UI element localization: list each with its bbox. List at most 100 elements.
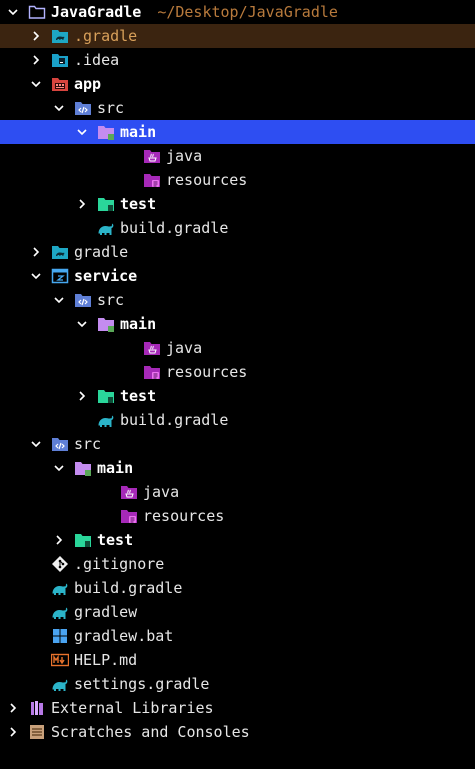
test-folder-icon [97, 387, 115, 405]
chevron-down-icon[interactable] [75, 125, 89, 139]
tree-row-app-build-gradle[interactable]: build.gradle [0, 216, 475, 240]
gradle-file-icon [51, 603, 69, 621]
idea-folder-icon [51, 51, 69, 69]
chevron-right-icon[interactable] [6, 725, 20, 739]
chevron-right-icon[interactable] [29, 29, 43, 43]
tree-row-label: .idea [74, 51, 120, 69]
chevron-right-icon[interactable] [75, 197, 89, 211]
libraries-icon [28, 699, 46, 717]
source-folder-icon [51, 435, 69, 453]
chevron-right-icon[interactable] [52, 533, 66, 547]
gradle-file-icon [97, 219, 115, 237]
tree-row-service-src-test[interactable]: test [0, 384, 475, 408]
markdown-file-icon [51, 651, 69, 669]
tree-row-service-src-main-resources[interactable]: resources [0, 360, 475, 384]
tree-row-label: build.gradle [120, 219, 229, 237]
gradle-folder-icon [51, 27, 69, 45]
tree-row-app-src[interactable]: src [0, 96, 475, 120]
tree-row-label: External Libraries [51, 699, 214, 717]
tree-row-label: settings.gradle [74, 675, 210, 693]
tree-row-folder-dot-gradle[interactable]: .gradle [0, 24, 475, 48]
tree-row-file-gradlew-bat[interactable]: gradlew.bat [0, 624, 475, 648]
resources-folder-icon [143, 363, 161, 381]
tree-row-scratches-and-consoles[interactable]: Scratches and Consoles [0, 720, 475, 744]
gradle-file-icon [97, 411, 115, 429]
tree-row-file-gitignore[interactable]: .gitignore [0, 552, 475, 576]
tree-row-label: src [97, 291, 125, 309]
java-folder-icon [120, 483, 138, 501]
tree-row-folder-idea[interactable]: .idea [0, 48, 475, 72]
tree-row-label: .gitignore [74, 555, 165, 573]
main-folder-icon [97, 315, 115, 333]
test-folder-icon [97, 195, 115, 213]
tree-row-service-src-main-java[interactable]: java [0, 336, 475, 360]
tree-row-root-javagradle[interactable]: JavaGradle ~/Desktop/JavaGradle [0, 0, 475, 24]
tree-row-label: src [97, 99, 125, 117]
tree-row-label: service [74, 267, 138, 285]
tree-row-label: resources [143, 507, 225, 525]
tree-row-label: test [120, 195, 157, 213]
tree-row-folder-gradle[interactable]: gradle [0, 240, 475, 264]
chevron-down-icon[interactable] [75, 317, 89, 331]
tree-row-file-settings-gradle[interactable]: settings.gradle [0, 672, 475, 696]
chevron-down-icon[interactable] [29, 269, 43, 283]
tree-row-label: java [166, 339, 203, 357]
gradle-file-icon [51, 579, 69, 597]
tree-row-module-service[interactable]: service [0, 264, 475, 288]
tree-row-file-help-md[interactable]: HELP.md [0, 648, 475, 672]
tree-row-service-src-main[interactable]: main [0, 312, 475, 336]
module-folder-icon [51, 75, 69, 93]
tree-row-label: src [74, 435, 102, 453]
tree-row-app-src-main[interactable]: main [0, 120, 475, 144]
resources-folder-icon [143, 171, 161, 189]
tree-row-file-gradlew[interactable]: gradlew [0, 600, 475, 624]
chevron-down-icon[interactable] [29, 437, 43, 451]
chevron-right-icon[interactable] [75, 389, 89, 403]
tree-row-app-src-main-resources[interactable]: resources [0, 168, 475, 192]
chevron-right-icon[interactable] [29, 53, 43, 67]
chevron-right-icon[interactable] [6, 701, 20, 715]
tree-row-label: gradlew.bat [74, 627, 174, 645]
project-folder-icon [28, 3, 46, 21]
tree-row-label: java [143, 483, 180, 501]
tree-row-root-src-main[interactable]: main [0, 456, 475, 480]
git-file-icon [51, 555, 69, 573]
chevron-down-icon[interactable] [52, 293, 66, 307]
chevron-down-icon[interactable] [29, 77, 43, 91]
source-folder-icon [74, 99, 92, 117]
tree-row-module-app[interactable]: app [0, 72, 475, 96]
tree-row-label: HELP.md [74, 651, 138, 669]
tree-row-service-src[interactable]: src [0, 288, 475, 312]
tree-row-file-build-gradle[interactable]: build.gradle [0, 576, 475, 600]
tree-row-label: gradlew [74, 603, 138, 621]
tree-row-label: main [97, 459, 134, 477]
chevron-down-icon[interactable] [52, 101, 66, 115]
tree-row-app-src-main-java[interactable]: java [0, 144, 475, 168]
tree-row-service-build-gradle[interactable]: build.gradle [0, 408, 475, 432]
tree-row-app-src-test[interactable]: test [0, 192, 475, 216]
chevron-down-icon[interactable] [52, 461, 66, 475]
source-folder-icon [74, 291, 92, 309]
tree-row-label: JavaGradle [51, 3, 142, 21]
project-tree: JavaGradle ~/Desktop/JavaGradle .gradle .id… [0, 0, 475, 769]
main-folder-icon [97, 123, 115, 141]
tree-row-root-src-main-resources[interactable]: resources [0, 504, 475, 528]
tree-row-label: build.gradle [74, 579, 183, 597]
chevron-down-icon[interactable] [6, 5, 20, 19]
tree-row-label: Scratches and Consoles [51, 723, 250, 741]
chevron-right-icon[interactable] [29, 245, 43, 259]
service-module-icon [51, 267, 69, 285]
tree-row-external-libraries[interactable]: External Libraries [0, 696, 475, 720]
tree-row-label: resources [166, 171, 248, 189]
project-path: ~/Desktop/JavaGradle [157, 3, 338, 21]
tree-row-label: test [120, 387, 157, 405]
tree-row-root-src-test[interactable]: test [0, 528, 475, 552]
gradle-file-icon [51, 675, 69, 693]
java-folder-icon [143, 147, 161, 165]
tree-row-root-src[interactable]: src [0, 432, 475, 456]
tree-row-root-src-main-java[interactable]: java [0, 480, 475, 504]
tree-row-label: test [97, 531, 134, 549]
tree-row-label: build.gradle [120, 411, 229, 429]
tree-row-label: resources [166, 363, 248, 381]
gradle-folder-icon [51, 243, 69, 261]
